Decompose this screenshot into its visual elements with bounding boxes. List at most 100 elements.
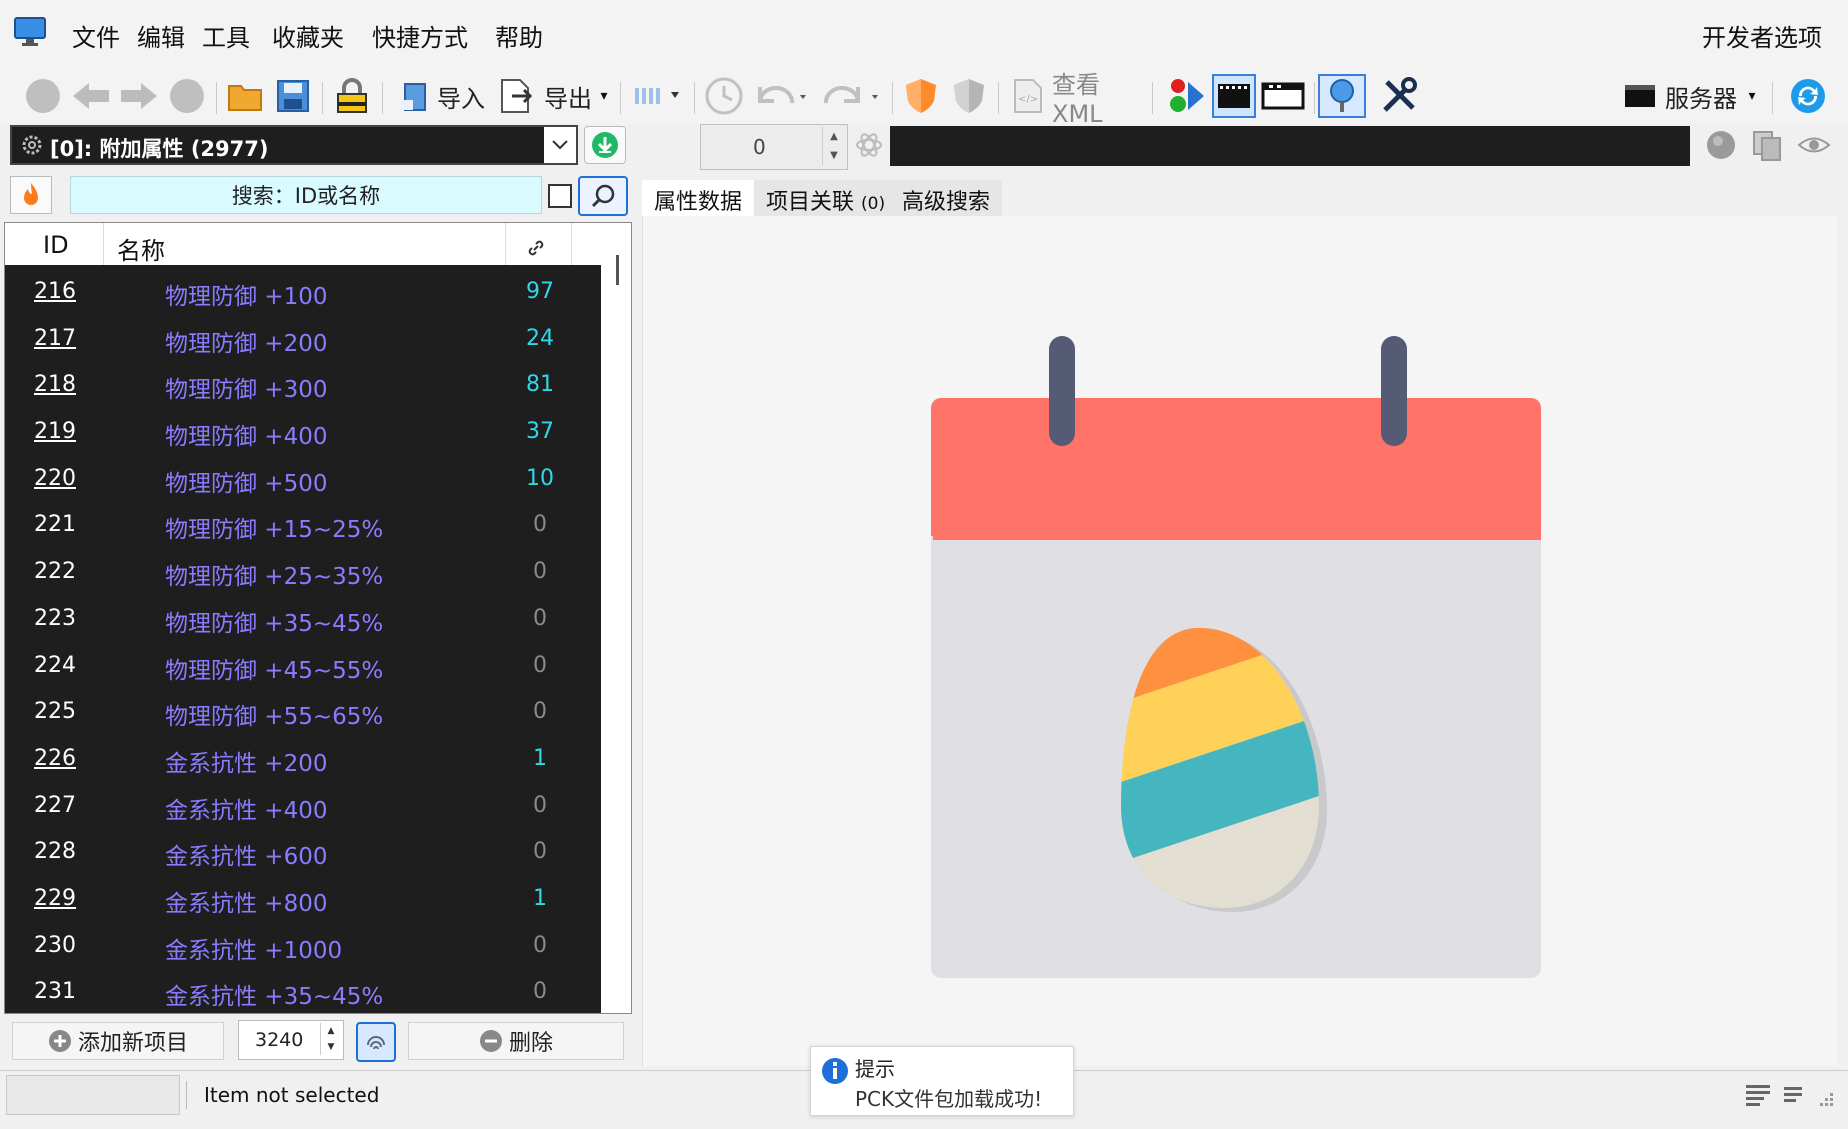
menu-favorites[interactable]: 收藏夹: [272, 18, 344, 53]
select-chevron-down-icon[interactable]: [544, 127, 576, 163]
table-row[interactable]: 229 金系抗性 +800 1: [5, 876, 601, 923]
eye-icon[interactable]: [1796, 128, 1832, 162]
fingerprint-button[interactable]: [356, 1022, 396, 1062]
table-row[interactable]: 216 物理防御 +100 97: [5, 269, 601, 316]
hot-button[interactable]: [10, 176, 52, 214]
row-id: 227: [34, 792, 76, 818]
menu-edit[interactable]: 编辑: [137, 18, 185, 53]
tab-advanced-search[interactable]: 高级搜索: [890, 180, 1003, 216]
search-input[interactable]: 搜索：ID或名称: [70, 176, 542, 214]
table-row[interactable]: 217 物理防御 +200 24: [5, 316, 601, 363]
menu-file[interactable]: 文件: [72, 18, 120, 53]
table-row[interactable]: 219 物理防御 +400 37: [5, 409, 601, 456]
column-header-id[interactable]: ID: [43, 231, 69, 259]
search-button[interactable]: [578, 176, 628, 216]
server-button[interactable]: 服务器: [1664, 74, 1738, 118]
traffic-light-icon[interactable]: [1160, 74, 1208, 118]
film-strip-icon[interactable]: [1212, 74, 1256, 118]
arrow-right-icon[interactable]: [118, 74, 160, 118]
open-folder-icon[interactable]: [224, 74, 266, 118]
terminal-icon[interactable]: [1622, 74, 1658, 118]
menu-help[interactable]: 帮助: [495, 18, 543, 53]
spin-down-icon[interactable]: ▼: [830, 150, 838, 161]
export-button[interactable]: 导出: [538, 74, 598, 118]
forward-circle-icon[interactable]: [166, 74, 208, 118]
delete-label: 删除: [508, 1031, 553, 1056]
import-icon[interactable]: [394, 74, 434, 118]
category-select-value: [0]: 附加属性 (2977): [50, 137, 269, 161]
undo-icon[interactable]: [752, 74, 812, 118]
lock-icon[interactable]: [330, 74, 374, 118]
arrow-left-icon[interactable]: [70, 74, 112, 118]
table-row[interactable]: 221 物理防御 +15~25% 0: [5, 502, 601, 549]
quantity-stepper[interactable]: 3240 ▲ ▼: [238, 1020, 344, 1060]
table-row[interactable]: 228 金系抗性 +600 0: [5, 829, 601, 876]
menu-shortcuts[interactable]: 快捷方式: [372, 18, 468, 53]
value-display-bar[interactable]: [890, 126, 1690, 166]
row-name: 金系抗性 +200: [165, 750, 328, 777]
row-count: 1: [533, 745, 547, 771]
quantity-up-icon[interactable]: ▲: [328, 1026, 335, 1036]
table-row[interactable]: 231 金系抗性 +35~45% 0: [5, 969, 601, 1013]
table-row[interactable]: 227 金系抗性 +400 0: [5, 783, 601, 830]
row-id: 218: [34, 372, 76, 398]
table-row[interactable]: 223 物理防御 +35~45% 0: [5, 596, 601, 643]
table-row[interactable]: 220 物理防御 +500 10: [5, 456, 601, 503]
redo-icon[interactable]: [820, 74, 884, 118]
notification-toast[interactable]: 提示 PCK文件包加载成功!: [810, 1046, 1074, 1116]
chevron-down-icon[interactable]: ▾: [596, 74, 612, 118]
value-spinner[interactable]: 0 ▲ ▼: [700, 124, 848, 170]
tab-item-relations[interactable]: 项目关联 (0): [754, 180, 898, 216]
row-name: 金系抗性 +35~45%: [165, 984, 384, 1011]
category-select[interactable]: [0]: 附加属性 (2977): [10, 125, 578, 165]
table-row[interactable]: 222 物理防御 +25~35% 0: [5, 549, 601, 596]
view-xml-button[interactable]: 查看XML: [1052, 71, 1144, 128]
quantity-down-icon[interactable]: ▼: [328, 1042, 335, 1052]
back-circle-icon[interactable]: [22, 74, 64, 118]
search-checkbox[interactable]: [548, 184, 572, 208]
copy-icon[interactable]: [1750, 128, 1784, 162]
row-id: 222: [34, 559, 76, 585]
export-icon[interactable]: [494, 74, 536, 118]
shield-gray-icon[interactable]: [948, 74, 990, 118]
link-column-icon[interactable]: [527, 235, 545, 263]
status-text: Item not selected: [204, 1083, 380, 1107]
column-header-name[interactable]: 名称: [117, 231, 165, 266]
table-row[interactable]: 225 物理防御 +55~65% 0: [5, 689, 601, 736]
menu-developer-options[interactable]: 开发者选项: [1702, 18, 1822, 53]
save-icon[interactable]: [272, 74, 314, 118]
window-icon[interactable]: [1258, 74, 1308, 118]
menu-tools[interactable]: 工具: [202, 18, 250, 53]
row-count: 1: [533, 885, 547, 911]
row-name: 物理防御 +400: [165, 424, 328, 451]
tools-icon[interactable]: [1376, 74, 1422, 118]
xml-icon[interactable]: </>: [1008, 74, 1048, 118]
globe-pin-icon[interactable]: [1318, 74, 1366, 118]
record-icon[interactable]: [1704, 128, 1738, 162]
delete-button[interactable]: 删除: [408, 1022, 624, 1060]
tab-attribute-data[interactable]: 属性数据: [642, 180, 755, 216]
log-list-icon[interactable]: [1744, 1081, 1774, 1113]
shield-orange-icon[interactable]: [900, 74, 942, 118]
table-row[interactable]: 230 金系抗性 +1000 0: [5, 923, 601, 970]
columns-icon[interactable]: [630, 74, 686, 118]
table-row[interactable]: 226 金系抗性 +200 1: [5, 736, 601, 783]
atom-icon[interactable]: [854, 128, 884, 162]
vertical-scrollbar[interactable]: [601, 223, 631, 1013]
log-list-small-icon[interactable]: [1782, 1083, 1806, 1111]
history-icon[interactable]: [702, 74, 746, 118]
resize-grip-icon[interactable]: [1816, 1091, 1836, 1115]
server-chevron-down-icon[interactable]: ▾: [1744, 74, 1760, 118]
import-button[interactable]: 导入: [436, 74, 486, 118]
svg-text:</>: </>: [1018, 94, 1038, 105]
add-item-button[interactable]: 添加新项目: [12, 1022, 224, 1060]
table-row[interactable]: 218 物理防御 +300 81: [5, 362, 601, 409]
add-item-label: 添加新项目: [77, 1031, 188, 1056]
row-count: 0: [533, 839, 547, 865]
spin-up-icon[interactable]: ▲: [830, 131, 838, 142]
refresh-icon[interactable]: [1786, 74, 1830, 118]
download-button[interactable]: [584, 126, 626, 164]
row-count: 0: [533, 559, 547, 585]
table-row[interactable]: 224 物理防御 +45~55% 0: [5, 643, 601, 690]
status-field: [6, 1075, 180, 1115]
